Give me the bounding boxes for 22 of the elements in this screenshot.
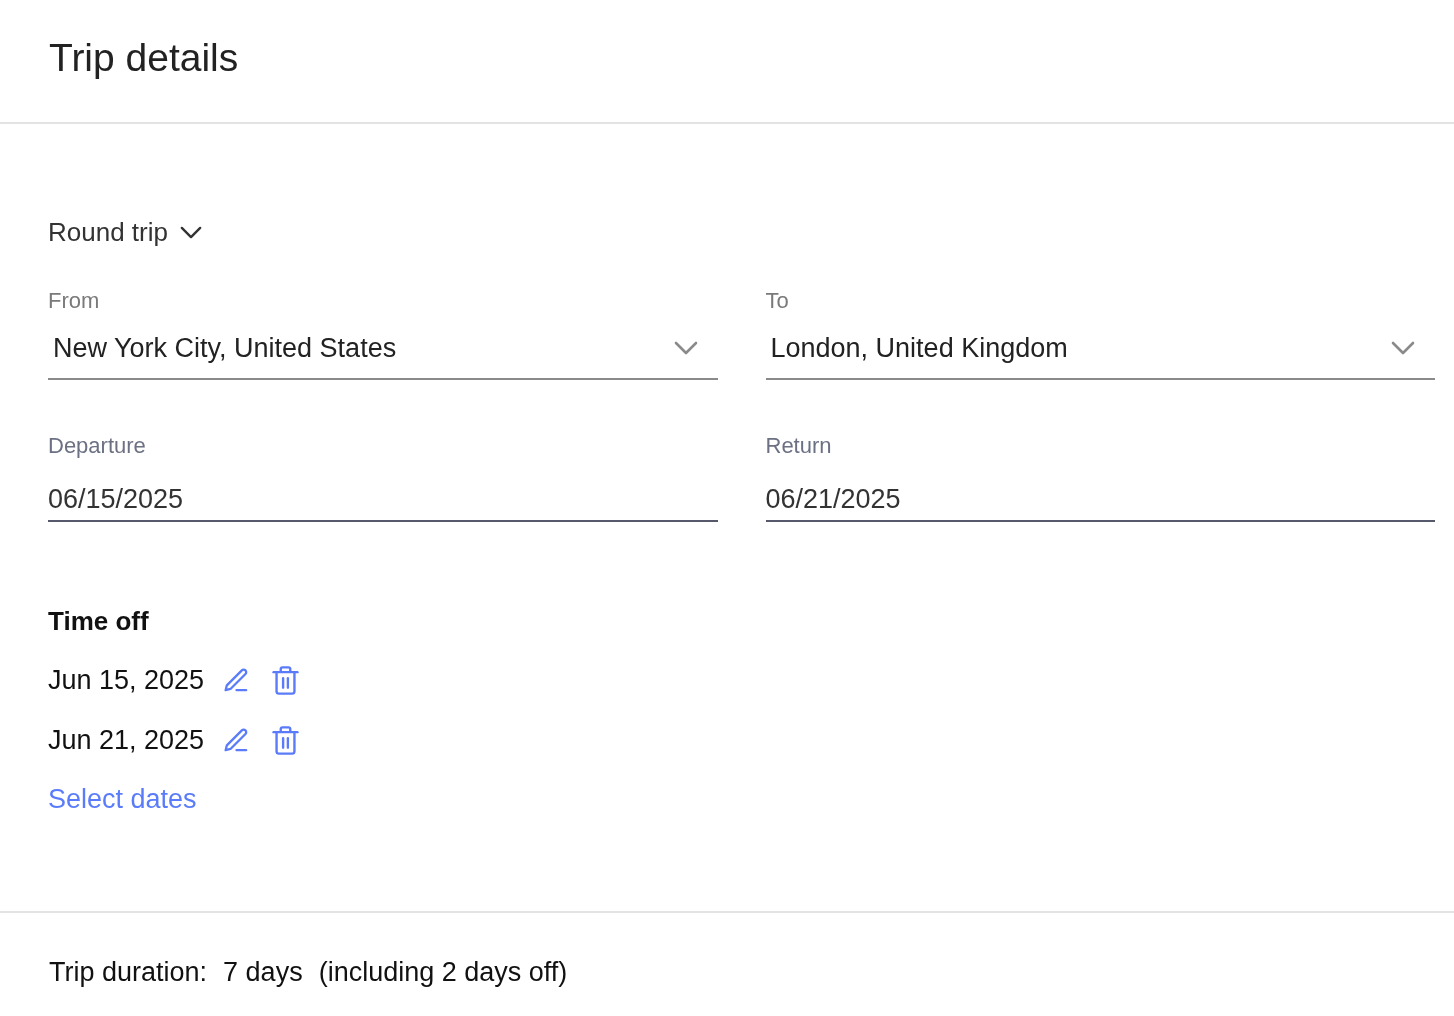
time-off-date: Jun 21, 2025 <box>48 724 205 757</box>
section-title: Time off <box>48 605 149 637</box>
date-field[interactable]: 06/21/2025 <box>765 483 1435 522</box>
page-title: Trip details <box>49 35 240 81</box>
field-label: Return <box>765 432 832 460</box>
trash-icon[interactable] <box>271 724 301 756</box>
select-dates-link[interactable]: Select dates <box>48 781 197 817</box>
location-select[interactable]: New York City, United States <box>48 331 718 380</box>
chevron-down-icon <box>673 341 698 355</box>
field-label: From <box>48 287 100 315</box>
date-field[interactable]: 06/15/2025 <box>48 483 718 522</box>
duration-value: 7 days <box>223 956 303 989</box>
location-select[interactable]: London, United Kingdom <box>765 331 1435 380</box>
trash-icon[interactable] <box>271 664 301 696</box>
duration-label: Trip duration: <box>49 956 208 989</box>
chevron-down-icon <box>1391 341 1415 355</box>
duration-note: (including 2 days off) <box>318 956 568 989</box>
field-label: To <box>765 287 789 315</box>
trip-type-dropdown[interactable]: Round trip <box>48 216 202 248</box>
field-label: Departure <box>48 432 146 460</box>
chevron-down-icon <box>179 225 202 239</box>
time-off-date: Jun 15, 2025 <box>48 664 205 697</box>
